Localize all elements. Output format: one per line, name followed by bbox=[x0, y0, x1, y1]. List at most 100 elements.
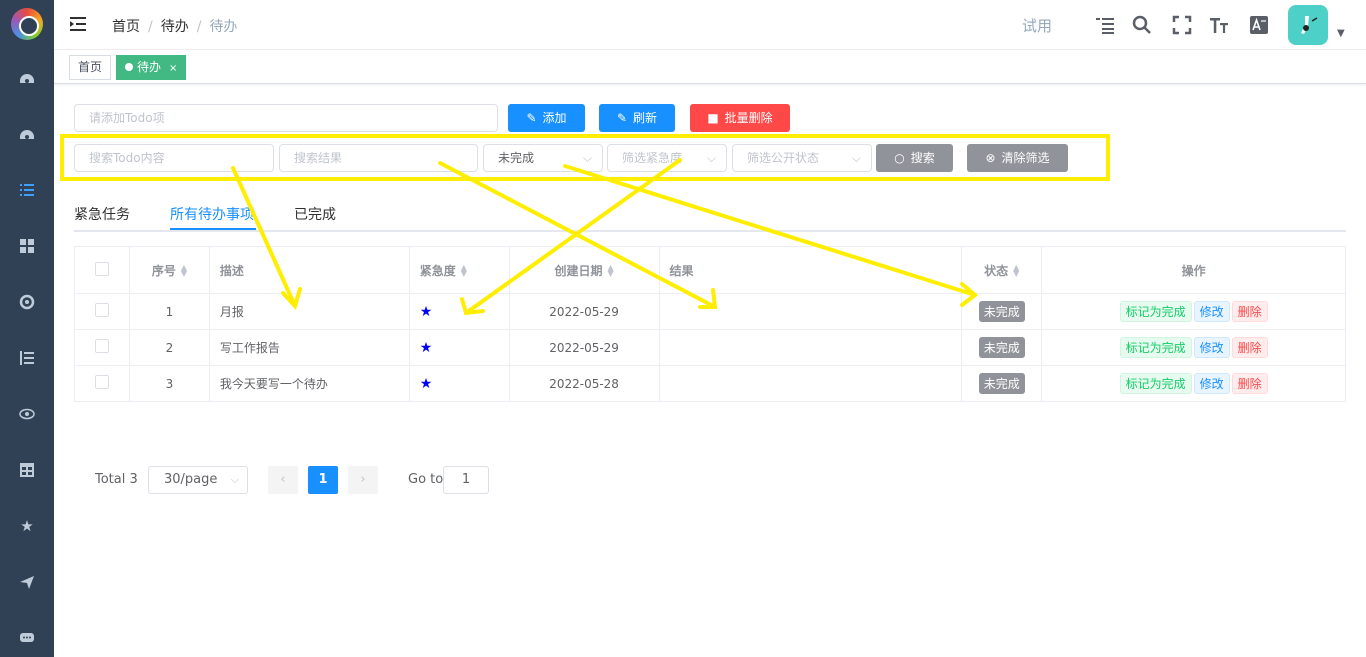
prev-page-button[interactable]: ‹ bbox=[268, 466, 298, 494]
table-header-row: 序号 ▲ ▼ 描述 紧急度 ▲ ▼ 创建日期 ▲ ▼ 结果 状态 ▲ ▼ 操作 bbox=[74, 246, 1346, 294]
status-badge: 未完成 bbox=[978, 301, 1025, 322]
pagination-total: Total 3 bbox=[95, 472, 138, 487]
status-badge: 未完成 bbox=[978, 337, 1025, 358]
dashboard-icon[interactable] bbox=[17, 124, 37, 144]
target-icon[interactable] bbox=[17, 292, 37, 312]
mark-complete-button[interactable]: 标记为完成 bbox=[1119, 301, 1192, 322]
delete-button[interactable]: 删除 bbox=[1231, 373, 1268, 394]
goto-input[interactable]: 1 bbox=[443, 466, 489, 494]
breadcrumb: 首页 / 待办 / 待办 bbox=[112, 19, 238, 35]
chat-icon[interactable] bbox=[17, 628, 37, 648]
col-ops: 操作 bbox=[1041, 246, 1346, 294]
row-result bbox=[658, 293, 963, 330]
row-checkbox[interactable] bbox=[94, 303, 109, 317]
edit-button[interactable]: 修改 bbox=[1193, 373, 1230, 394]
col-urgency[interactable]: 紧急度 ▲ ▼ bbox=[408, 246, 510, 294]
page-size-select[interactable]: 30/page ⌵ bbox=[148, 466, 248, 494]
select-all-checkbox[interactable] bbox=[94, 261, 109, 276]
tab-urgent[interactable]: 紧急任务 bbox=[74, 204, 130, 224]
sort-icon[interactable]: ▲ ▼ bbox=[1013, 264, 1019, 278]
col-status[interactable]: 状态 ▲ ▼ bbox=[961, 246, 1043, 294]
edit-icon: ✎ bbox=[616, 111, 628, 125]
row-desc: 写工作报告 bbox=[208, 329, 410, 366]
tag-home[interactable]: 首页 bbox=[69, 55, 112, 80]
grid-icon[interactable] bbox=[17, 236, 37, 256]
close-icon[interactable]: × bbox=[169, 63, 177, 74]
logo[interactable] bbox=[11, 8, 43, 40]
add-button[interactable]: ✎ 添加 bbox=[508, 104, 585, 132]
row-checkbox[interactable] bbox=[94, 339, 109, 353]
tab-active-indicator bbox=[170, 228, 256, 230]
edit-button[interactable]: 修改 bbox=[1193, 301, 1230, 322]
sort-icon[interactable]: ▲ ▼ bbox=[461, 264, 467, 278]
status-badge: 未完成 bbox=[978, 373, 1025, 394]
sort-icon[interactable]: ▲ ▼ bbox=[608, 264, 614, 278]
row-checkbox[interactable] bbox=[94, 375, 109, 389]
edit-button[interactable]: 修改 bbox=[1193, 337, 1230, 358]
trial-label[interactable]: 试用 bbox=[1022, 15, 1052, 36]
row-result bbox=[658, 365, 963, 402]
tabs: 紧急任务 所有待办事项 已完成 bbox=[74, 195, 1346, 232]
row-desc: 我今天要写一个待办 bbox=[208, 365, 410, 402]
urgency-star-icon: ★ bbox=[419, 339, 433, 356]
breadcrumb-todo[interactable]: 待办 bbox=[161, 19, 189, 35]
table-icon[interactable] bbox=[17, 460, 37, 480]
sidebar: ★ bbox=[0, 0, 54, 657]
row-desc: 月报 bbox=[208, 293, 410, 330]
star-icon[interactable]: ★ bbox=[17, 516, 37, 536]
breadcrumb-current: 待办 bbox=[209, 19, 238, 35]
refresh-button[interactable]: ✎ 刷新 bbox=[599, 104, 675, 132]
row-created: 2022-05-29 bbox=[508, 329, 660, 366]
goto-label: Go to bbox=[408, 472, 444, 487]
tab-done[interactable]: 已完成 bbox=[294, 204, 336, 224]
search-icon[interactable] bbox=[1131, 14, 1153, 36]
tag-todo-label: 待办 bbox=[137, 60, 162, 74]
row-index: 2 bbox=[128, 329, 210, 366]
fullscreen-icon[interactable] bbox=[1171, 14, 1193, 36]
col-result: 结果 bbox=[658, 246, 963, 294]
mark-complete-button[interactable]: 标记为完成 bbox=[1119, 373, 1192, 394]
row-index: 3 bbox=[128, 365, 210, 402]
mark-complete-button[interactable]: 标记为完成 bbox=[1119, 337, 1192, 358]
todo-table: 序号 ▲ ▼ 描述 紧急度 ▲ ▼ 创建日期 ▲ ▼ 结果 状态 ▲ ▼ 操作 1 月报 ★ 2… bbox=[74, 246, 1346, 402]
navbar: 首页 / 待办 / 待办 试用 ▼ bbox=[54, 0, 1366, 50]
edit-icon: ✎ bbox=[526, 111, 537, 125]
tags-view: 首页 待办 × bbox=[54, 50, 1366, 84]
list-icon[interactable] bbox=[17, 180, 37, 200]
delete-button[interactable]: 删除 bbox=[1231, 337, 1268, 358]
col-index[interactable]: 序号 ▲ ▼ bbox=[128, 246, 210, 294]
menu-fold-icon[interactable] bbox=[68, 14, 90, 36]
select-all-cell bbox=[74, 246, 130, 294]
row-result bbox=[658, 329, 963, 366]
delete-button[interactable]: 删除 bbox=[1231, 301, 1268, 322]
table-row: 3 我今天要写一个待办 ★ 2022-05-28 未完成 标记为完成 修改 删除 bbox=[74, 365, 1346, 402]
chevron-down-icon: ⌵ bbox=[230, 473, 239, 486]
send-icon[interactable] bbox=[17, 572, 37, 592]
caret-down-icon[interactable]: ▼ bbox=[1337, 28, 1345, 39]
urgency-star-icon: ★ bbox=[419, 303, 433, 320]
add-todo-input[interactable]: 请添加Todo项 bbox=[74, 104, 498, 132]
col-created[interactable]: 创建日期 ▲ ▼ bbox=[508, 246, 660, 294]
next-page-button[interactable]: › bbox=[348, 466, 378, 494]
urgency-star-icon: ★ bbox=[419, 375, 433, 392]
page-1-button[interactable]: 1 bbox=[308, 466, 338, 494]
tree-list-icon[interactable] bbox=[17, 348, 37, 368]
batch-delete-button[interactable]: ■ 批量删除 bbox=[690, 104, 790, 132]
tag-todo[interactable]: 待办 × bbox=[116, 55, 187, 80]
tab-all[interactable]: 所有待办事项 bbox=[170, 204, 254, 224]
row-created: 2022-05-28 bbox=[508, 365, 660, 402]
active-dot-icon bbox=[125, 63, 133, 71]
annotation-highlight-box bbox=[60, 134, 1110, 181]
outline-list-icon[interactable] bbox=[1094, 14, 1116, 36]
table-row: 2 写工作报告 ★ 2022-05-29 未完成 标记为完成 修改 删除 bbox=[74, 329, 1346, 366]
dashboard-icon[interactable] bbox=[17, 68, 37, 88]
breadcrumb-home[interactable]: 首页 bbox=[112, 19, 140, 35]
eye-icon[interactable] bbox=[17, 404, 37, 424]
col-desc: 描述 bbox=[208, 246, 410, 294]
table-row: 1 月报 ★ 2022-05-29 未完成 标记为完成 修改 删除 bbox=[74, 293, 1346, 330]
translate-icon[interactable] bbox=[1248, 14, 1270, 36]
font-size-icon[interactable] bbox=[1208, 14, 1230, 36]
sort-icon[interactable]: ▲ ▼ bbox=[181, 264, 187, 278]
avatar[interactable] bbox=[1288, 5, 1328, 45]
trash-icon: ■ bbox=[707, 111, 719, 125]
